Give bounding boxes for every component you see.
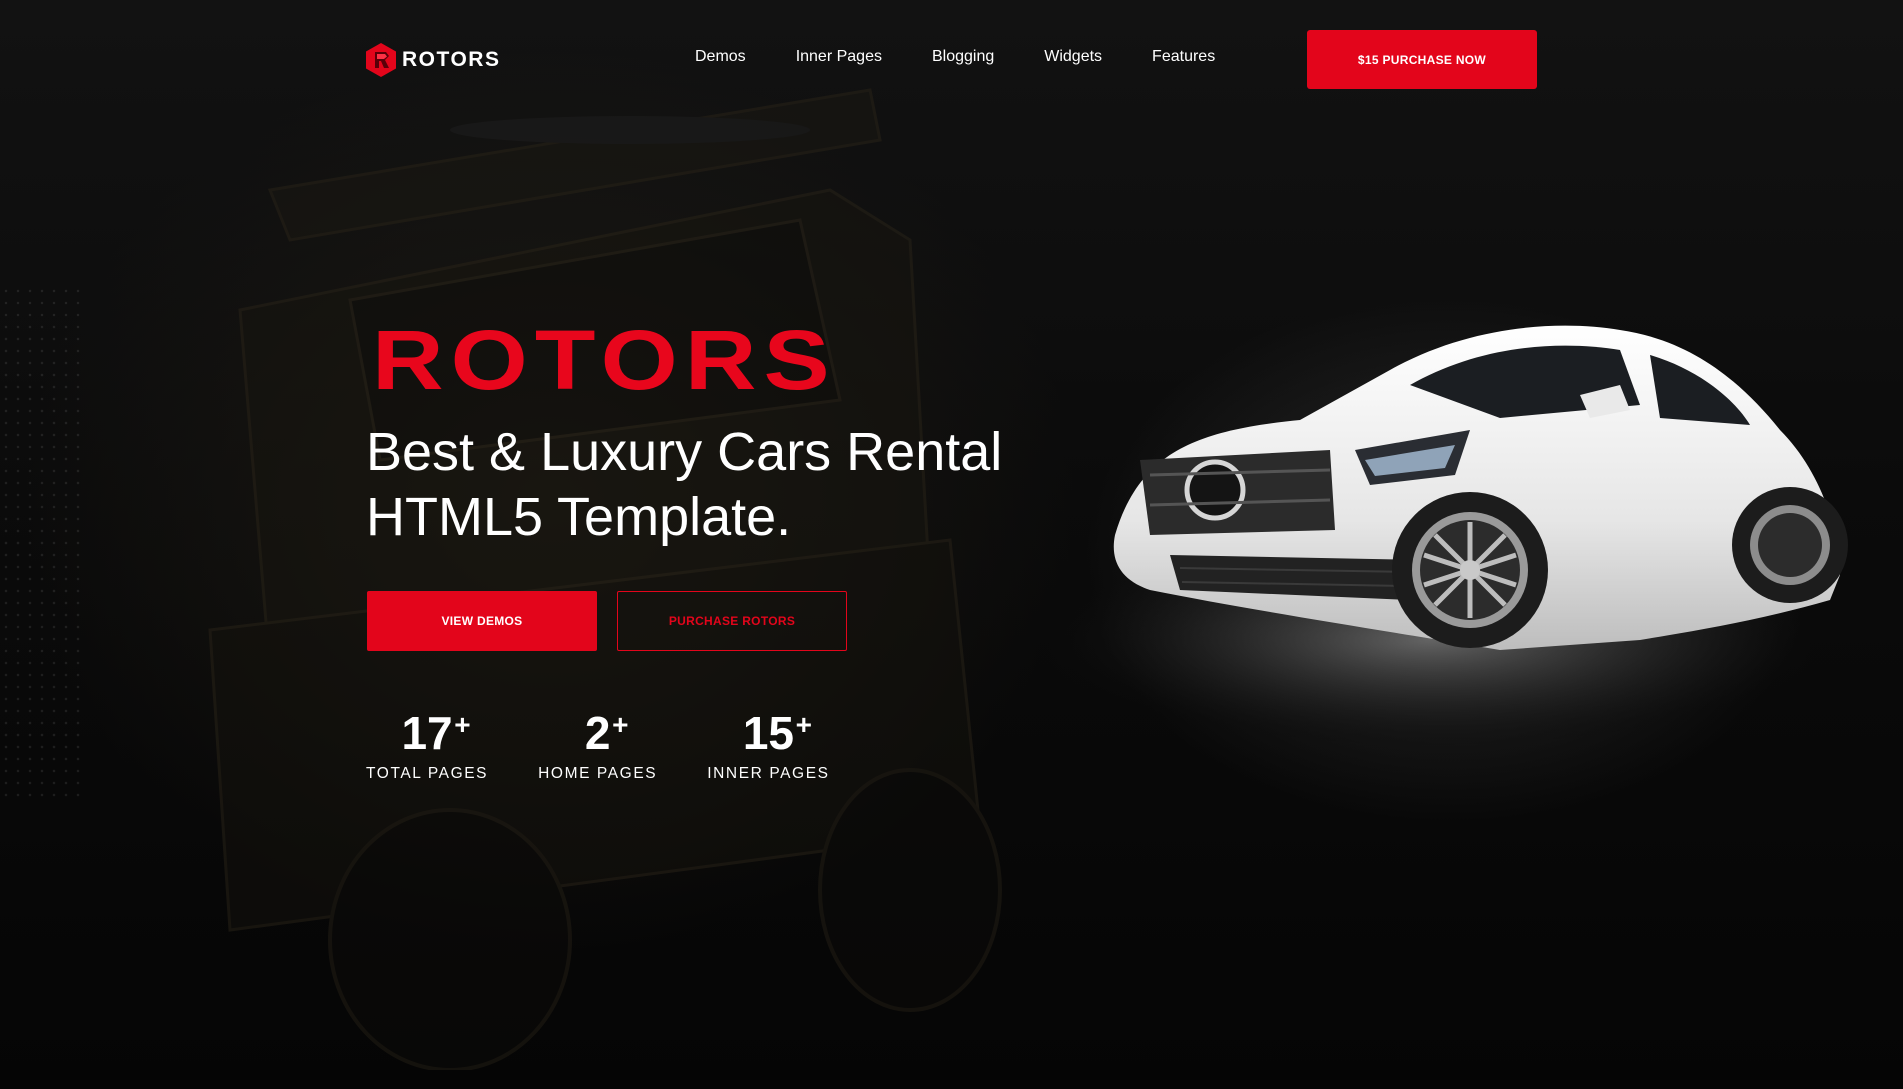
stat-number: 2 +: [584, 707, 629, 759]
nav-item-demos[interactable]: Demos: [695, 48, 746, 66]
stat-label: HOME PAGES: [538, 765, 658, 782]
site-logo[interactable]: ROTORS: [366, 43, 500, 77]
hero-headline-line1: Best & Luxury Cars Rental: [366, 422, 1003, 482]
rotors-logo-icon: [366, 43, 396, 77]
nav-item-blogging[interactable]: Blogging: [932, 48, 994, 66]
nav-item-inner-pages[interactable]: Inner Pages: [796, 48, 882, 66]
stats-row: 17 + TOTAL PAGES 2 + HOME PAGES 15 + INNER …: [366, 705, 880, 783]
stat-home-pages: 2 + HOME PAGES: [538, 705, 657, 783]
stat-label: INNER PAGES: [707, 765, 830, 782]
nav-item-features[interactable]: Features: [1152, 48, 1215, 66]
purchase-now-button[interactable]: $15 PURCHASE NOW: [1307, 30, 1537, 89]
hero-brand-title: ROTORS: [372, 313, 837, 407]
white-car-image: [1010, 325, 1850, 750]
main-nav: Demos Inner Pages Blogging Widgets Featu…: [695, 48, 1215, 66]
stat-number: 17 +: [401, 707, 471, 759]
stat-label: TOTAL PAGES: [366, 765, 489, 782]
nav-item-widgets[interactable]: Widgets: [1044, 48, 1102, 66]
hero-headline: Best & Luxury Cars Rental HTML5 Template…: [366, 420, 1066, 550]
dot-pattern: [0, 285, 80, 805]
view-demos-button[interactable]: VIEW DEMOS: [367, 591, 597, 651]
stat-total-pages: 17 + TOTAL PAGES: [366, 705, 488, 783]
hero-headline-line2: HTML5 Template.: [366, 487, 792, 547]
purchase-rotors-button[interactable]: PURCHASE ROTORS: [617, 591, 847, 651]
stat-inner-pages: 15 + INNER PAGES: [707, 705, 829, 783]
stat-number: 15 +: [742, 707, 812, 759]
logo-text: ROTORS: [402, 48, 501, 71]
